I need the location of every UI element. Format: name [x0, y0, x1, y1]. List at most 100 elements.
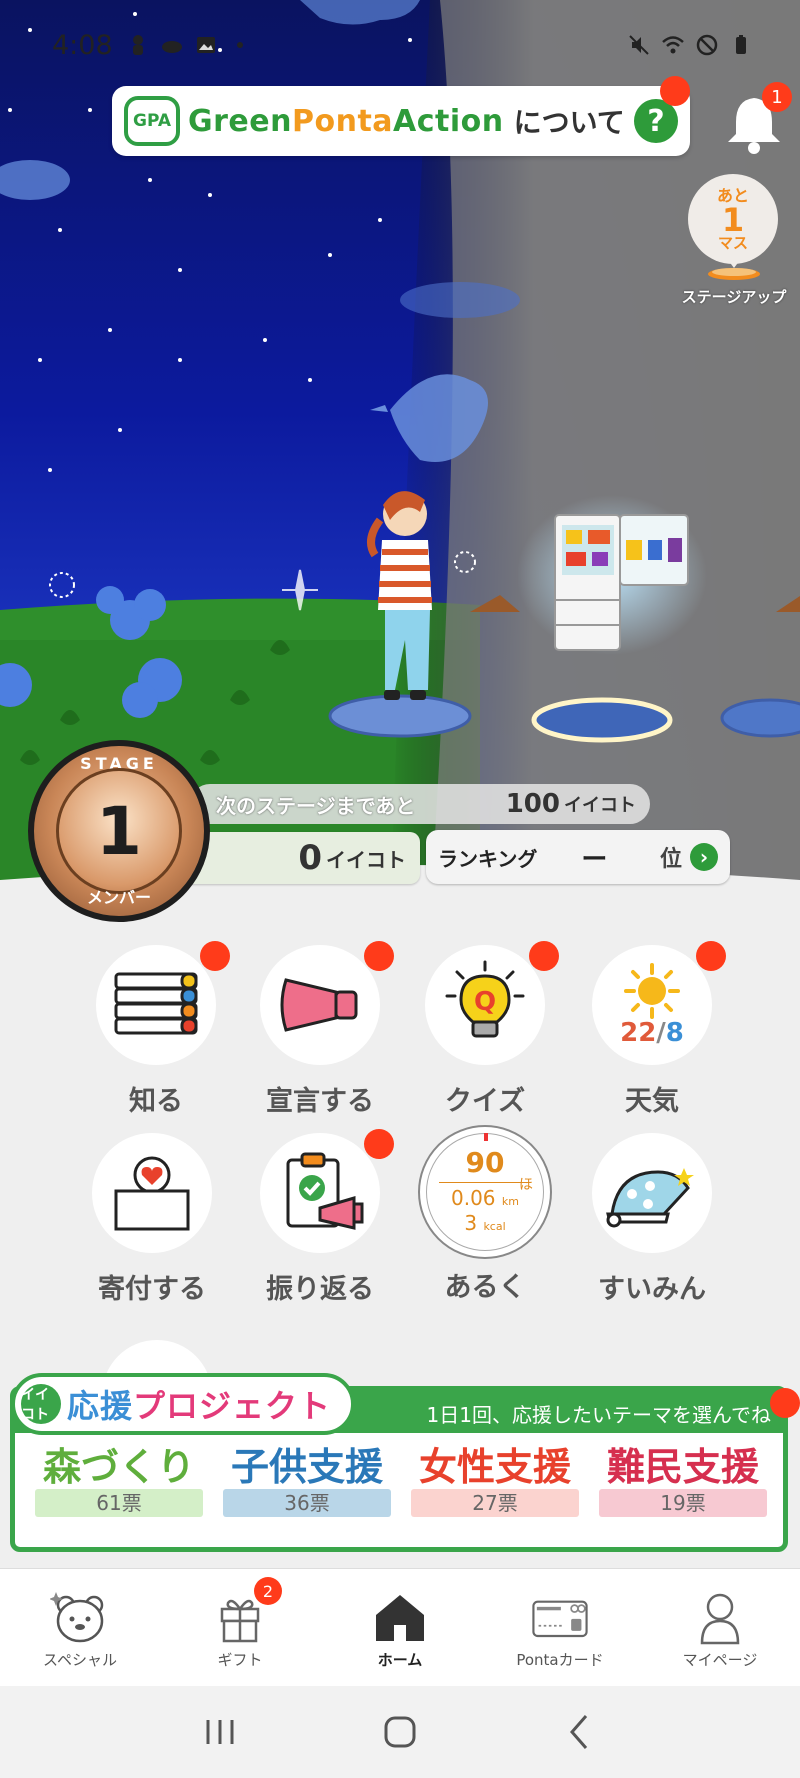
menu-item-review[interactable]: 振り返る [240, 1129, 400, 1306]
person-icon [690, 1591, 750, 1645]
menu-circle [260, 945, 380, 1065]
books-icon [114, 972, 198, 1035]
walk-km-value: 0.06 [451, 1185, 496, 1210]
tab-gift[interactable]: 2 ギフト [160, 1569, 320, 1686]
tab-label: マイページ [682, 1651, 758, 1669]
next-stage-unit: イイコト [564, 795, 636, 816]
theme-refugee-button[interactable]: 難民支援 19票 [599, 1445, 767, 1517]
back-icon[interactable] [560, 1712, 600, 1752]
ranking-unit: 位 [659, 847, 682, 872]
menu-label: クイズ [444, 1086, 526, 1117]
theme-children-button[interactable]: 子供支援 36票 [223, 1445, 391, 1517]
menu-label: あるく [444, 1272, 526, 1303]
tab-special[interactable]: スペシャル [0, 1569, 160, 1686]
walk-steps-unit: ほ [519, 1177, 533, 1193]
theme-name: 子供支援 [230, 1445, 383, 1489]
menu-item-quiz[interactable]: Q クイズ [405, 941, 565, 1118]
ranking-button[interactable]: ランキング ー 位 › [426, 830, 730, 884]
brand-ponta: Ponta [291, 103, 394, 139]
menu-new-dot [364, 1129, 394, 1159]
support-project-panel: 1日1回、応援したいテーマを選んでね イイコト 応援プロジェクト 森づくり 61… [10, 1373, 788, 1552]
theme-votes: 19票 [599, 1489, 767, 1517]
status-bar: 4:08 [52, 28, 752, 62]
menu-circle [96, 945, 216, 1065]
gift-badge: 2 [254, 1577, 282, 1605]
brand-action: Action [393, 103, 504, 139]
current-points-value: 0 [298, 838, 322, 878]
tab-mypage[interactable]: マイページ [640, 1569, 800, 1686]
temp-low: 8 [665, 1018, 684, 1048]
stage-rank-name: メンバー [86, 888, 151, 907]
card-icon [530, 1591, 590, 1645]
menu-circle: Q [425, 945, 545, 1065]
walk-gauge: 90 ほ 0.06 km 3 kcal [418, 1125, 552, 1259]
menu-circle [260, 1133, 380, 1253]
app-root: 4:08 GPA GreenPontaAction について ? 1 あと 1 … [0, 0, 800, 1778]
menu-circle [92, 1133, 212, 1253]
temp-high: 22 [620, 1018, 657, 1048]
menu-new-dot [364, 941, 394, 971]
cloud-icon [161, 41, 182, 53]
notification-badge: 1 [762, 82, 792, 112]
gpa-about-banner[interactable]: GPA GreenPontaAction について ? [112, 86, 690, 156]
gpa-logo: GPA [124, 96, 180, 146]
chevron-right-icon: › [690, 843, 718, 871]
walk-kcal-value: 3 [464, 1210, 478, 1235]
walk-calories: 3 kcal [464, 1213, 505, 1237]
menu-item-weather[interactable]: 22/8 天気 [572, 941, 732, 1118]
ranking-label: ランキング [438, 846, 538, 871]
person-status-icon [132, 35, 143, 55]
bottom-tab-bar: スペシャル 2 ギフト ホーム Pontaカード マイページ [0, 1568, 800, 1686]
menu-item-learn[interactable]: 知る [76, 941, 236, 1118]
menu-label: すいみん [598, 1274, 706, 1305]
theme-name: 難民支援 [606, 1445, 759, 1489]
stage-up-bubble: あと 1 マス [688, 174, 778, 264]
theme-forest-button[interactable]: 森づくり 61票 [35, 1445, 203, 1517]
theme-name: 女性支援 [418, 1445, 571, 1489]
stage-ring: 1 [56, 768, 182, 894]
ranking-value: ー [581, 844, 608, 875]
tab-label: ギフト [217, 1651, 263, 1669]
walk-kcal-unit: kcal [483, 1219, 506, 1233]
menu-label: 振り返る [266, 1274, 374, 1305]
bear-icon [50, 1591, 110, 1645]
current-points-unit: イイコト [326, 847, 406, 872]
theme-women-button[interactable]: 女性支援 27票 [411, 1445, 579, 1517]
support-title: 応援プロジェクト [67, 1381, 331, 1427]
tab-ponta-card[interactable]: Pontaカード [480, 1569, 640, 1686]
support-title-b: プロジェクト [133, 1387, 332, 1425]
theme-votes: 36票 [223, 1489, 391, 1517]
brand-title: GreenPontaAction [188, 104, 504, 139]
megaphone-icon [280, 978, 358, 1032]
lightbulb-icon: Q [445, 960, 525, 1038]
recent-apps-icon[interactable] [200, 1712, 240, 1752]
nightcap-icon [606, 1168, 694, 1228]
tab-home[interactable]: ホーム [320, 1569, 480, 1686]
system-navigation-bar [0, 1686, 800, 1778]
pin-base-icon [708, 260, 760, 280]
next-stage-bar: 次のステージまであと 100 イイコト [190, 784, 650, 824]
stage-up-label: ステージアップ [681, 288, 787, 306]
menu-label: 宣言する [266, 1086, 374, 1117]
walk-divider [439, 1181, 531, 1183]
menu-new-dot [200, 941, 230, 971]
support-subtitle: 1日1回、応援したいテーマを選んでね [426, 1403, 771, 1427]
menu-item-walk[interactable]: 90 ほ 0.06 km 3 kcal あるく [405, 1125, 565, 1304]
image-icon [196, 37, 215, 53]
tab-label: スペシャル [43, 1651, 117, 1669]
home-nav-icon[interactable] [380, 1712, 420, 1752]
theme-votes: 61票 [35, 1489, 203, 1517]
stage-up-suffix: マス [717, 233, 748, 252]
temp-sep: / [656, 1018, 666, 1048]
walk-steps: 90 [465, 1145, 505, 1179]
menu-item-sleep[interactable]: すいみん [572, 1133, 732, 1306]
stage-medal[interactable]: STAGE 1 メンバー [28, 740, 210, 922]
menu-label: 天気 [625, 1086, 679, 1117]
theme-name: 森づくり [42, 1445, 195, 1489]
home-icon [370, 1591, 430, 1645]
next-stage-label: 次のステージまであと [216, 793, 416, 818]
menu-item-donate[interactable]: 寄付する [72, 1133, 232, 1306]
clipboard-icon [286, 1152, 364, 1230]
menu-item-declare[interactable]: 宣言する [240, 941, 400, 1118]
stage-up-indicator[interactable]: あと 1 マス ステージアップ [682, 174, 786, 306]
